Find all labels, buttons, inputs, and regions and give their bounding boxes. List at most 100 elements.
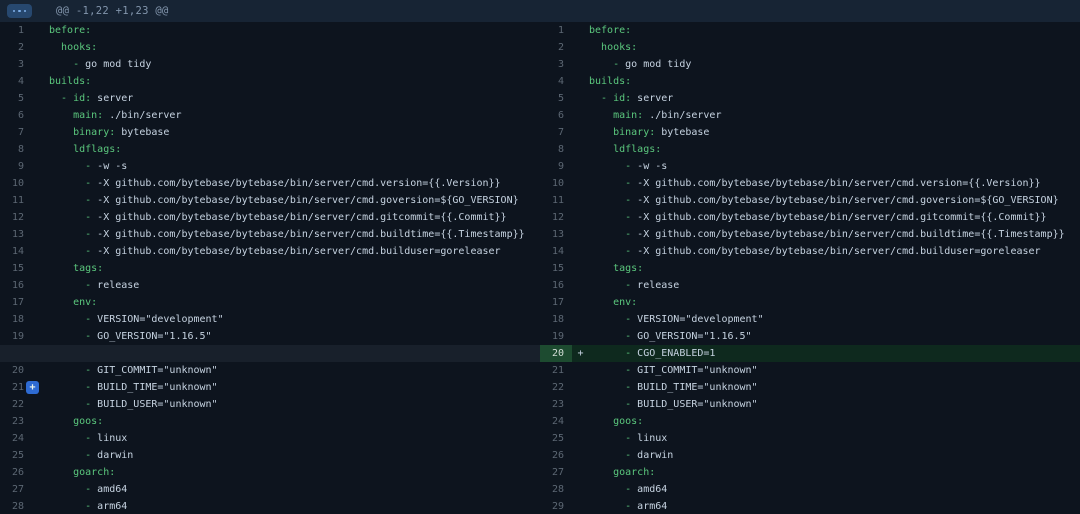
diff-row: 24 - linux: [0, 430, 540, 447]
line-marker: [32, 107, 49, 124]
diff-row: 9 - -w -s: [0, 158, 540, 175]
line-marker: [572, 39, 589, 56]
line-number[interactable]: 22: [0, 396, 32, 413]
line-number[interactable]: 12: [0, 209, 32, 226]
line-number[interactable]: 16: [0, 277, 32, 294]
line-number[interactable]: 15: [540, 260, 572, 277]
line-number[interactable]: 29: [540, 498, 572, 514]
line-number[interactable]: 9: [0, 158, 32, 175]
line-number[interactable]: 10: [0, 175, 32, 192]
diff-row: 12 - -X github.com/bytebase/bytebase/bin…: [540, 209, 1080, 226]
diff-added-row: 20+ - CGO_ENABLED=1: [540, 345, 1080, 362]
line-number[interactable]: 18: [540, 311, 572, 328]
line-number[interactable]: 12: [540, 209, 572, 226]
line-marker: [572, 396, 589, 413]
line-marker: [32, 413, 49, 430]
diff-row: 2 hooks:: [540, 39, 1080, 56]
line-number[interactable]: 6: [540, 107, 572, 124]
line-number[interactable]: 19: [0, 328, 32, 345]
line-number[interactable]: 25: [540, 430, 572, 447]
line-marker: [572, 498, 589, 514]
diff-row: 8 ldflags:: [540, 141, 1080, 158]
line-number[interactable]: 1: [540, 22, 572, 39]
line-number[interactable]: 5: [540, 90, 572, 107]
line-number[interactable]: 23: [0, 413, 32, 430]
line-number[interactable]: 1: [0, 22, 32, 39]
line-number[interactable]: 25: [0, 447, 32, 464]
line-number[interactable]: 16: [540, 277, 572, 294]
diff-row: 26 goarch:: [0, 464, 540, 481]
line-number[interactable]: 9: [540, 158, 572, 175]
line-number[interactable]: 22: [540, 379, 572, 396]
line-marker: [572, 56, 589, 73]
line-number[interactable]: 17: [0, 294, 32, 311]
diff-row: 10 - -X github.com/bytebase/bytebase/bin…: [540, 175, 1080, 192]
diff-row: 21 - BUILD_TIME="unknown"+: [0, 379, 540, 396]
code-line: ldflags:: [589, 141, 1080, 158]
code-line: - -X github.com/bytebase/bytebase/bin/se…: [49, 209, 540, 226]
line-marker: [572, 192, 589, 209]
expand-hunk-button[interactable]: [7, 4, 32, 18]
line-number[interactable]: 11: [0, 192, 32, 209]
line-number[interactable]: 10: [540, 175, 572, 192]
line-number[interactable]: 13: [540, 226, 572, 243]
line-number[interactable]: 4: [0, 73, 32, 90]
code-line: - linux: [589, 430, 1080, 447]
diff-row: 29 - arm64: [540, 498, 1080, 514]
line-number[interactable]: 24: [0, 430, 32, 447]
line-number[interactable]: 15: [0, 260, 32, 277]
line-number[interactable]: 27: [540, 464, 572, 481]
line-marker: [32, 345, 49, 362]
line-number[interactable]: 13: [0, 226, 32, 243]
diff-row: 19 - GO_VERSION="1.16.5": [540, 328, 1080, 345]
line-number: [0, 345, 32, 362]
line-number[interactable]: 3: [540, 56, 572, 73]
add-comment-button[interactable]: +: [26, 381, 39, 394]
diff-row: 16 - release: [0, 277, 540, 294]
code-line: - -X github.com/bytebase/bytebase/bin/se…: [589, 226, 1080, 243]
line-number[interactable]: 20: [0, 362, 32, 379]
line-number[interactable]: 11: [540, 192, 572, 209]
code-line: - go mod tidy: [49, 56, 540, 73]
line-number[interactable]: 2: [0, 39, 32, 56]
line-number[interactable]: 5: [0, 90, 32, 107]
line-number[interactable]: 2: [540, 39, 572, 56]
diff-row: 20 - GIT_COMMIT="unknown": [0, 362, 540, 379]
line-number[interactable]: 20: [540, 345, 572, 362]
line-number[interactable]: 8: [540, 141, 572, 158]
line-number[interactable]: 28: [0, 498, 32, 514]
line-marker: [32, 22, 49, 39]
line-number[interactable]: 8: [0, 141, 32, 158]
hunk-header: @@ -1,22 +1,23 @@: [0, 0, 1080, 22]
code-line: - BUILD_TIME="unknown": [589, 379, 1080, 396]
line-number[interactable]: 21: [540, 362, 572, 379]
line-marker: [572, 158, 589, 175]
line-number[interactable]: 24: [540, 413, 572, 430]
line-number[interactable]: 14: [0, 243, 32, 260]
line-number[interactable]: 28: [540, 481, 572, 498]
code-line: - BUILD_USER="unknown": [589, 396, 1080, 413]
code-line: - GIT_COMMIT="unknown": [49, 362, 540, 379]
line-number[interactable]: 17: [540, 294, 572, 311]
line-number[interactable]: 19: [540, 328, 572, 345]
line-number[interactable]: 26: [540, 447, 572, 464]
diff-row: 2 hooks:: [0, 39, 540, 56]
diff-filler-row: [0, 345, 540, 362]
code-line: tags:: [589, 260, 1080, 277]
line-number[interactable]: 27: [0, 481, 32, 498]
code-line: - id: server: [49, 90, 540, 107]
code-line: binary: bytebase: [49, 124, 540, 141]
line-number[interactable]: 14: [540, 243, 572, 260]
line-number[interactable]: 4: [540, 73, 572, 90]
line-number[interactable]: 3: [0, 56, 32, 73]
line-number[interactable]: 26: [0, 464, 32, 481]
line-number[interactable]: 7: [540, 124, 572, 141]
line-number[interactable]: 23: [540, 396, 572, 413]
code-line: - VERSION="development": [49, 311, 540, 328]
code-line: builds:: [589, 73, 1080, 90]
line-marker: [572, 294, 589, 311]
ellipsis-icon: [13, 10, 27, 13]
line-number[interactable]: 6: [0, 107, 32, 124]
line-number[interactable]: 18: [0, 311, 32, 328]
line-number[interactable]: 7: [0, 124, 32, 141]
